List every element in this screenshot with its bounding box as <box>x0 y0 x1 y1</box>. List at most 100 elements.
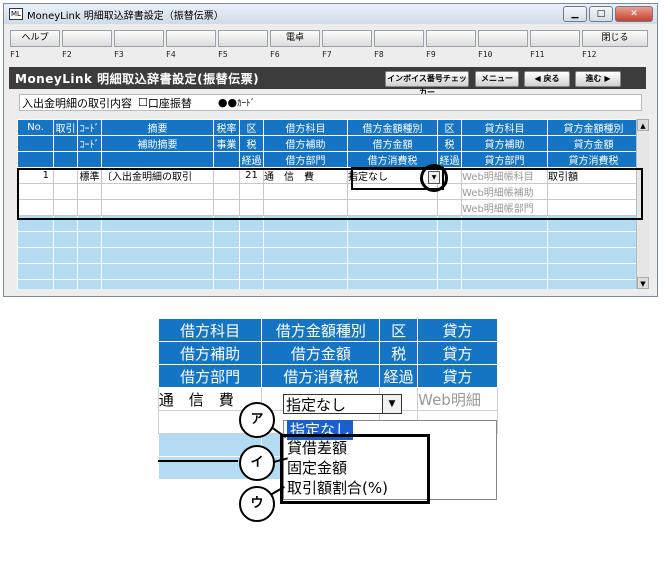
maximize-button[interactable]: □ <box>589 6 613 22</box>
col-header: 経過 <box>239 151 264 168</box>
close-button[interactable]: 閉じる <box>582 30 648 47</box>
zoom-col-header: 経過 <box>379 364 419 388</box>
fkey-label: F6 <box>270 50 280 59</box>
minimize-button[interactable]: ▁ <box>563 6 587 22</box>
options-highlight-box <box>280 434 430 504</box>
col-header <box>53 151 78 168</box>
col-header: 借方消費税 <box>347 151 438 168</box>
app-icon: ML <box>9 8 23 20</box>
zoom-col-header: 貸方 <box>417 364 498 388</box>
f10-button[interactable] <box>478 30 528 47</box>
zoom-credit-preview: Web明細 <box>417 387 498 411</box>
zoom-debit-type-select[interactable]: 指定なし ▼ <box>283 394 402 414</box>
col-header <box>53 135 78 152</box>
col-header: 貸方金額 <box>547 135 640 152</box>
col-header <box>213 151 240 168</box>
fkey-label: F3 <box>114 50 124 59</box>
next-button[interactable]: 進む ▶ <box>575 71 621 87</box>
col-header: ｺｰﾄﾞ <box>77 119 102 136</box>
col-header: 貸方科目 <box>461 119 548 136</box>
col-header <box>101 151 214 168</box>
callout-a: ア <box>239 402 275 438</box>
col-header: 税率 <box>213 119 240 136</box>
guide-line <box>158 460 238 462</box>
f3-button[interactable] <box>114 30 164 47</box>
col-header: 貸方部門 <box>461 151 548 168</box>
zoom-col-header: 借方金額種別 <box>261 318 381 342</box>
f8-button[interactable] <box>374 30 424 47</box>
fkey-label: F11 <box>530 50 545 59</box>
transaction-content-row: 入出金明細の取引内容 ☐ 口座振替 ●● ｶｰﾄﾞ <box>19 94 642 111</box>
col-header: 税 <box>239 135 264 152</box>
empty-row[interactable] <box>17 247 640 264</box>
fkey-label: F4 <box>166 50 176 59</box>
col-header: 借方補助 <box>263 135 348 152</box>
close-window-button[interactable]: ✕ <box>615 6 653 22</box>
col-header: 補助摘要 <box>101 135 214 152</box>
fkey-label: F8 <box>374 50 384 59</box>
col-header: 取引 <box>53 119 78 136</box>
col-header: 摘要 <box>101 119 214 136</box>
window-title: MoneyLink 明細取込辞書設定（振替伝票） <box>27 10 224 22</box>
zoom-col-header: 借方補助 <box>158 341 263 365</box>
f2-button[interactable] <box>62 30 112 47</box>
col-header: 事業 <box>213 135 240 152</box>
fkey-label: F5 <box>218 50 228 59</box>
card-text: ｶｰﾄﾞ <box>237 99 256 109</box>
col-header <box>17 135 54 152</box>
zoom-col-header: 借方金額 <box>261 341 381 365</box>
function-key-bar: ヘルプ 電卓 閉じる F1 F2 F3 F4 F5 F6 F7 F8 F9 F1… <box>10 30 652 62</box>
fkey-label: F12 <box>582 50 597 59</box>
col-header: 借方科目 <box>263 119 348 136</box>
col-header: 借方金額 <box>347 135 438 152</box>
callout-u: ウ <box>239 486 275 522</box>
col-header: 借方部門 <box>263 151 348 168</box>
invoice-checker-button[interactable]: インボイス番号チェッカー <box>385 71 469 97</box>
callout-i: イ <box>239 445 275 481</box>
col-header: No. <box>17 119 54 136</box>
col-header <box>77 151 102 168</box>
dropdown-circle-marker <box>420 164 448 192</box>
header-row: No. 取引 ｺｰﾄﾞ 摘要 税率 区 借方科目 借方金額種別 区 貸方科目 貸… <box>17 119 640 136</box>
scroll-down-icon[interactable]: ▼ <box>637 277 649 289</box>
menu-button[interactable]: メニュー <box>475 71 519 87</box>
selected-record-highlight <box>17 168 643 220</box>
f7-button[interactable] <box>322 30 372 47</box>
f11-button[interactable] <box>530 30 580 47</box>
col-header: 借方金額種別 <box>347 119 438 136</box>
back-button[interactable]: ◀ 戻る <box>524 71 570 87</box>
f9-button[interactable] <box>426 30 476 47</box>
f4-button[interactable] <box>166 30 216 47</box>
scroll-up-icon[interactable]: ▲ <box>637 119 649 131</box>
fkey-label: F7 <box>322 50 332 59</box>
zoom-col-header: 借方科目 <box>158 318 263 342</box>
title-bar: ML MoneyLink 明細取込辞書設定（振替伝票） ▁ □ ✕ <box>4 4 657 24</box>
empty-row[interactable] <box>17 231 640 248</box>
zoom-col-header: 借方部門 <box>158 364 263 388</box>
fkey-label: F1 <box>10 50 20 59</box>
card-prefix: ●● <box>217 96 238 109</box>
col-header: 区 <box>437 119 462 136</box>
col-header <box>17 151 54 168</box>
help-button[interactable]: ヘルプ <box>10 30 60 47</box>
col-header: 区 <box>239 119 264 136</box>
zoom-col-header: 貸方 <box>417 318 498 342</box>
col-header: 貸方金額種別 <box>547 119 640 136</box>
empty-row[interactable] <box>17 263 640 280</box>
col-header: 税 <box>437 135 462 152</box>
transaction-content-label: 入出金明細の取引内容 <box>22 96 132 110</box>
zoom-col-header: 区 <box>379 318 419 342</box>
col-header: 貸方補助 <box>461 135 548 152</box>
col-header: 貸方消費税 <box>547 151 640 168</box>
zoom-col-header: 貸方 <box>417 341 498 365</box>
checkbox-icon[interactable]: ☐ <box>138 96 148 109</box>
header-row: ｺｰﾄﾞ 補助摘要 事業 税 借方補助 借方金額 税 貸方補助 貸方金額 <box>17 135 640 152</box>
f5-button[interactable] <box>218 30 268 47</box>
fkey-label: F10 <box>478 50 493 59</box>
calculator-button[interactable]: 電卓 <box>270 30 320 47</box>
zoom-col-header: 税 <box>379 341 419 365</box>
empty-row[interactable] <box>17 279 640 289</box>
chevron-down-icon[interactable]: ▼ <box>382 395 401 413</box>
col-header: ｺｰﾄﾞ <box>77 135 102 152</box>
zoom-select-value: 指定なし <box>286 396 347 414</box>
